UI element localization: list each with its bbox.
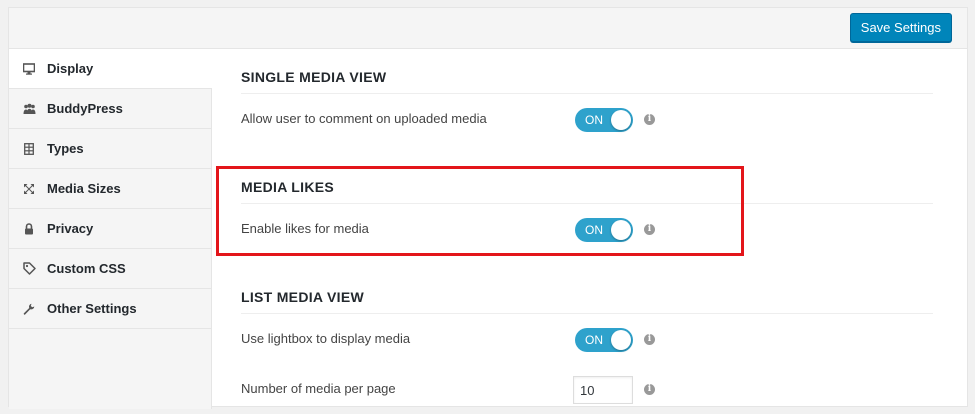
- row-label: Enable likes for media: [241, 221, 369, 236]
- section-title: MEDIA LIKES: [241, 159, 933, 204]
- resize-icon: [22, 169, 36, 208]
- info-icon[interactable]: i: [644, 224, 655, 235]
- lock-icon: [22, 209, 36, 248]
- enable-likes-toggle[interactable]: ON: [575, 218, 633, 242]
- types-icon: [22, 129, 36, 168]
- toggle-state: ON: [585, 223, 603, 237]
- sidebar-item-label: Display: [47, 61, 94, 76]
- lightbox-row: Use lightbox to display media ON i: [241, 314, 933, 364]
- toggle-knob: [611, 110, 631, 130]
- sidebar-item-custom-css[interactable]: Custom CSS: [9, 249, 211, 289]
- sidebar-item-media-sizes[interactable]: Media Sizes: [9, 169, 211, 209]
- settings-header: Save Settings: [9, 8, 967, 49]
- sidebar-item-privacy[interactable]: Privacy: [9, 209, 211, 249]
- tag-icon: [22, 249, 36, 288]
- media-per-page-input[interactable]: [573, 376, 633, 404]
- media-per-page-row: Number of media per page i: [241, 364, 933, 414]
- lightbox-toggle[interactable]: ON: [575, 328, 633, 352]
- single-media-section: SINGLE MEDIA VIEW Allow user to comment …: [241, 49, 933, 144]
- sidebar-item-label: Other Settings: [47, 301, 137, 316]
- sidebar-item-label: Media Sizes: [47, 181, 121, 196]
- toggle-state: ON: [585, 113, 603, 127]
- row-label: Number of media per page: [241, 381, 396, 396]
- monitor-icon: [22, 49, 36, 88]
- enable-likes-row: Enable likes for media ON i: [241, 204, 933, 254]
- section-title: SINGLE MEDIA VIEW: [241, 49, 933, 94]
- people-icon: [22, 89, 36, 128]
- media-likes-section: MEDIA LIKES Enable likes for media ON i: [241, 159, 933, 254]
- comment-media-row: Allow user to comment on uploaded media …: [241, 94, 933, 144]
- info-icon[interactable]: i: [644, 384, 655, 395]
- row-label: Allow user to comment on uploaded media: [241, 111, 487, 126]
- list-media-section: LIST MEDIA VIEW Use lightbox to display …: [241, 269, 933, 414]
- toggle-state: ON: [585, 333, 603, 347]
- section-title: LIST MEDIA VIEW: [241, 269, 933, 314]
- sidebar-item-label: Privacy: [47, 221, 94, 236]
- toggle-knob: [611, 330, 631, 350]
- sidebar-item-label: Types: [47, 141, 84, 156]
- info-icon[interactable]: i: [644, 114, 655, 125]
- sidebar-item-display[interactable]: Display: [9, 49, 212, 89]
- sidebar-item-types[interactable]: Types: [9, 129, 211, 169]
- wrench-icon: [22, 289, 36, 328]
- sidebar-item-other-settings[interactable]: Other Settings: [9, 289, 211, 329]
- sidebar-item-buddypress[interactable]: BuddyPress: [9, 89, 211, 129]
- save-settings-button[interactable]: Save Settings: [849, 13, 952, 42]
- sidebar-item-label: BuddyPress: [47, 101, 123, 116]
- comment-media-toggle[interactable]: ON: [575, 108, 633, 132]
- toggle-knob: [611, 220, 631, 240]
- settings-sidebar: Display BuddyPress Types Media Sizes Pri…: [9, 49, 212, 409]
- info-icon[interactable]: i: [644, 334, 655, 345]
- settings-panel: Save Settings Display BuddyPress Types M…: [8, 7, 968, 409]
- row-label: Use lightbox to display media: [241, 331, 411, 346]
- sidebar-item-label: Custom CSS: [47, 261, 126, 276]
